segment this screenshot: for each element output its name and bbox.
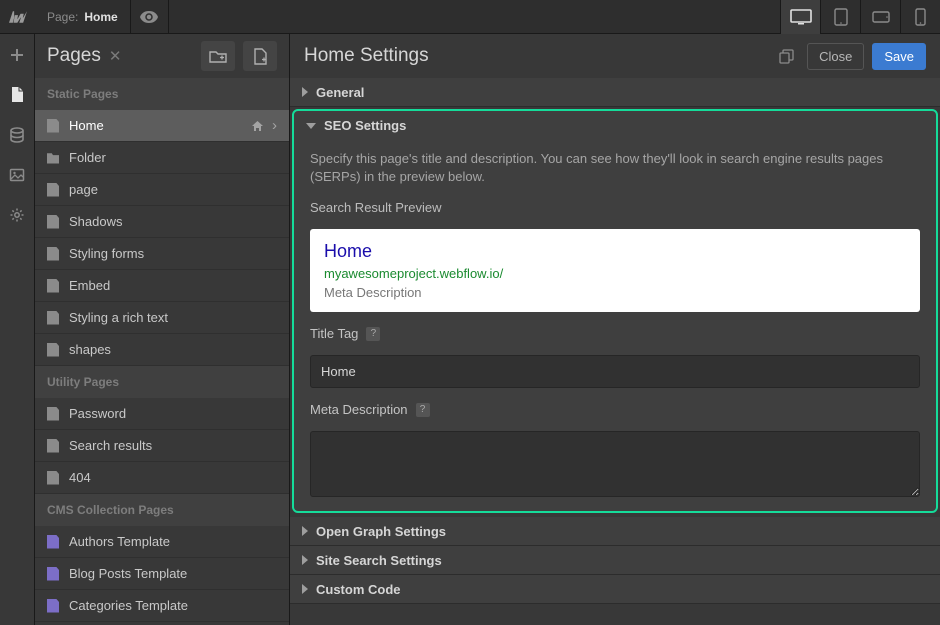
page-icon bbox=[47, 247, 59, 261]
page-item[interactable]: Home › bbox=[35, 110, 289, 142]
page-icon bbox=[47, 215, 59, 229]
home-icon bbox=[251, 120, 264, 132]
page-item[interactable]: page bbox=[35, 174, 289, 206]
chevron-right-icon bbox=[302, 555, 308, 565]
page-item[interactable]: Styling a rich text bbox=[35, 302, 289, 334]
folder-icon bbox=[47, 152, 59, 164]
chevron-right-icon[interactable]: › bbox=[272, 120, 277, 132]
title-tag-label: Title Tag bbox=[310, 326, 358, 341]
page-icon bbox=[47, 343, 59, 357]
page-item-label: shapes bbox=[69, 342, 277, 357]
meta-description-input[interactable] bbox=[310, 431, 920, 497]
section-general[interactable]: General bbox=[290, 78, 940, 107]
device-phone[interactable] bbox=[900, 0, 940, 34]
page-item-label: Shadows bbox=[69, 214, 277, 229]
duplicate-icon[interactable] bbox=[773, 43, 799, 69]
page-item[interactable]: 404 bbox=[35, 462, 289, 494]
section-open-graph[interactable]: Open Graph Settings bbox=[290, 517, 940, 546]
chevron-down-icon bbox=[306, 123, 316, 129]
title-tag-input[interactable] bbox=[310, 355, 920, 388]
close-button[interactable]: Close bbox=[807, 43, 864, 70]
cms-icon[interactable] bbox=[6, 124, 28, 146]
seo-description: Specify this page's title and descriptio… bbox=[310, 150, 920, 186]
page-item[interactable]: Shadows bbox=[35, 206, 289, 238]
page-item-label: Folder bbox=[69, 150, 277, 165]
page-item[interactable]: Password bbox=[35, 398, 289, 430]
search-result-preview: Home myawesomeproject.webflow.io/ Meta D… bbox=[310, 229, 920, 312]
device-landscape-phone[interactable] bbox=[860, 0, 900, 34]
page-item-label: Home bbox=[69, 118, 241, 133]
preview-title: Home bbox=[324, 241, 906, 262]
page-icon bbox=[47, 183, 59, 197]
page-item-label: Categories Template bbox=[69, 598, 277, 613]
help-icon[interactable]: ? bbox=[366, 327, 380, 341]
page-item[interactable]: Categories Template bbox=[35, 590, 289, 622]
device-desktop[interactable] bbox=[780, 0, 820, 34]
new-page-button[interactable] bbox=[243, 41, 277, 71]
settings-gear-icon[interactable] bbox=[6, 204, 28, 226]
page-icon bbox=[47, 471, 59, 485]
page-icon bbox=[47, 407, 59, 421]
section-seo[interactable]: SEO Settings bbox=[294, 111, 936, 140]
page-item[interactable]: Blog Posts Template bbox=[35, 558, 289, 590]
group-static: Static Pages bbox=[35, 78, 289, 110]
panel-title: Pages ✕ bbox=[47, 45, 193, 67]
section-custom-code[interactable]: Custom Code bbox=[290, 575, 940, 604]
page-name: Home bbox=[84, 10, 117, 24]
group-utility: Utility Pages bbox=[35, 366, 289, 398]
pages-icon[interactable] bbox=[6, 84, 28, 106]
meta-description-label: Meta Description bbox=[310, 402, 408, 417]
help-icon[interactable]: ? bbox=[416, 403, 430, 417]
template-icon bbox=[47, 535, 59, 549]
section-site-search[interactable]: Site Search Settings bbox=[290, 546, 940, 575]
preview-label: Search Result Preview bbox=[310, 200, 920, 215]
page-indicator[interactable]: Page: Home bbox=[35, 0, 131, 34]
template-icon bbox=[47, 599, 59, 613]
webflow-logo[interactable] bbox=[0, 0, 35, 34]
page-item[interactable]: Folder bbox=[35, 142, 289, 174]
page-item[interactable]: Styling forms bbox=[35, 238, 289, 270]
preview-meta: Meta Description bbox=[324, 285, 906, 300]
page-item-label: Blog Posts Template bbox=[69, 566, 277, 581]
page-label: Page: bbox=[47, 10, 78, 24]
group-cms: CMS Collection Pages bbox=[35, 494, 289, 526]
add-element-icon[interactable] bbox=[6, 44, 28, 66]
page-icon bbox=[47, 279, 59, 293]
page-item-label: Embed bbox=[69, 278, 277, 293]
page-item[interactable]: Search results bbox=[35, 430, 289, 462]
chevron-right-icon bbox=[302, 584, 308, 594]
preview-url: myawesomeproject.webflow.io/ bbox=[324, 266, 906, 281]
page-item[interactable]: Embed bbox=[35, 270, 289, 302]
settings-title: Home Settings bbox=[304, 45, 765, 67]
page-item-label: Password bbox=[69, 406, 277, 421]
device-tablet[interactable] bbox=[820, 0, 860, 34]
page-item-label: Authors Template bbox=[69, 534, 277, 549]
new-folder-button[interactable] bbox=[201, 41, 235, 71]
page-icon bbox=[47, 311, 59, 325]
page-item-label: page bbox=[69, 182, 277, 197]
page-item-label: Search results bbox=[69, 438, 277, 453]
page-item-label: Styling forms bbox=[69, 246, 277, 261]
close-panel-icon[interactable]: ✕ bbox=[109, 47, 122, 65]
page-item[interactable]: shapes bbox=[35, 334, 289, 366]
assets-icon[interactable] bbox=[6, 164, 28, 186]
template-icon bbox=[47, 567, 59, 581]
page-icon bbox=[47, 119, 59, 133]
preview-toggle[interactable] bbox=[131, 0, 169, 34]
save-button[interactable]: Save bbox=[872, 43, 926, 70]
page-item-label: Styling a rich text bbox=[69, 310, 277, 325]
page-item-label: 404 bbox=[69, 470, 277, 485]
page-icon bbox=[47, 439, 59, 453]
page-item[interactable]: Authors Template bbox=[35, 526, 289, 558]
chevron-right-icon bbox=[302, 87, 308, 97]
chevron-right-icon bbox=[302, 526, 308, 536]
